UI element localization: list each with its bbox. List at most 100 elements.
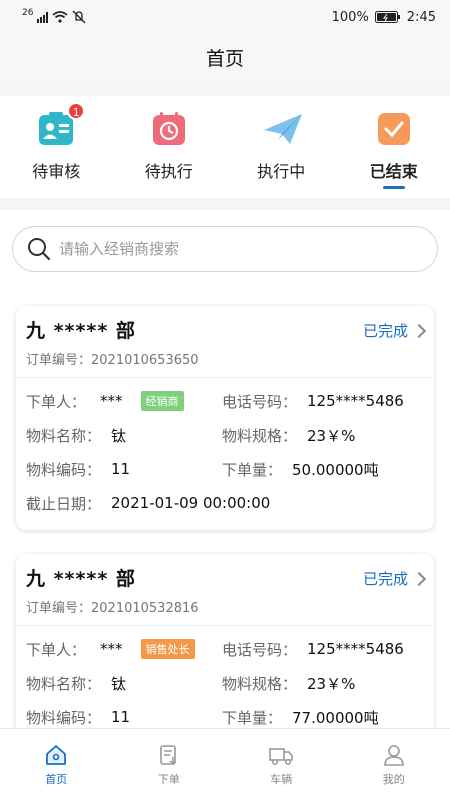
quantity-label: 下单量： xyxy=(222,708,283,727)
home-icon xyxy=(46,744,67,765)
spec-value: 23￥% xyxy=(307,426,356,445)
audit-icon: 1 xyxy=(37,102,86,148)
spec-label: 物料规格： xyxy=(222,674,298,693)
category-label: 待执行 xyxy=(144,162,193,181)
phone-label: 电话号码： xyxy=(222,640,298,659)
material-value: 钛 xyxy=(111,426,127,445)
clock: 2:45 xyxy=(406,9,436,25)
order-card-body: 下单人： *** 经销商 电话号码： 125****5486 物料名称： 钛 物… xyxy=(16,378,434,530)
deadline-field: 截止日期： 2021-01-09 00:00:00 xyxy=(26,493,270,514)
spec-field: 物料规格： 23￥% xyxy=(222,425,355,446)
chevron-right-icon xyxy=(411,323,427,338)
bottom-tab-bar: 首页 下单 车辆 我的 xyxy=(0,728,450,800)
order-card[interactable]: 九 ***** 部 订单编号：2021010653650 已完成 下单人： **… xyxy=(16,306,434,530)
order-row: 物料编码： 11 下单量： 77.00000吨 xyxy=(26,700,424,728)
mute-icon xyxy=(72,10,86,24)
status-bar: 26 100% 2:45 xyxy=(0,0,450,34)
order-status-link[interactable]: 已完成 xyxy=(362,568,427,589)
truck-icon xyxy=(269,747,294,765)
order-card-body: 下单人： *** 销售处长 电话号码： 125****5486 物料名称： 钛 … xyxy=(16,626,434,728)
quantity-value: 77.00000吨 xyxy=(292,708,379,727)
quantity-field: 下单量： 77.00000吨 xyxy=(222,707,379,728)
quantity-field: 下单量： 50.00000吨 xyxy=(222,459,379,480)
search-section xyxy=(0,210,450,290)
order-card[interactable]: 九 ***** 部 订单编号：2021010532816 已完成 下单人： **… xyxy=(16,554,434,728)
orderer-label: 下单人： xyxy=(26,640,87,659)
order-list[interactable]: 九 ***** 部 订单编号：2021010653650 已完成 下单人： **… xyxy=(0,290,450,728)
orderer-value: *** xyxy=(100,392,123,410)
category-label: 已结束 xyxy=(369,162,418,181)
search-input[interactable] xyxy=(59,240,399,258)
order-status: 已完成 xyxy=(362,570,408,588)
deadline-value: 2021-01-09 00:00:00 xyxy=(111,494,271,512)
tab-vehicles[interactable]: 车辆 xyxy=(225,729,338,800)
orderer-field: 下单人： *** 经销商 xyxy=(26,391,184,412)
order-card-header: 九 ***** 部 订单编号：2021010653650 已完成 xyxy=(16,306,434,378)
order-status-link[interactable]: 已完成 xyxy=(362,320,427,341)
order-category-bar: 1 待审核 待执行 执行中 已结束 xyxy=(0,96,450,198)
category-label: 待审核 xyxy=(32,162,81,181)
code-label: 物料编码： xyxy=(26,460,102,479)
battery-icon xyxy=(374,11,400,23)
order-number: 订单编号：2021010532816 xyxy=(26,601,199,616)
wifi-icon xyxy=(52,11,68,23)
category-pending-review[interactable]: 1 待审核 xyxy=(0,96,113,198)
search-box[interactable] xyxy=(12,226,438,272)
order-row: 下单人： *** 销售处长 电话号码： 125****5486 xyxy=(26,632,424,666)
code-field: 物料编码： 11 xyxy=(26,459,130,480)
tab-profile[interactable]: 我的 xyxy=(338,729,450,800)
quantity-value: 50.00000吨 xyxy=(292,460,379,479)
status-left: 26 xyxy=(22,8,86,24)
spec-field: 物料规格： 23￥% xyxy=(222,673,355,694)
order-row: 物料名称： 钛 物料规格： 23￥% xyxy=(26,418,424,452)
phone-value: 125****5486 xyxy=(307,640,404,658)
profile-icon xyxy=(383,744,404,766)
phone-field: 电话号码： 125****5486 xyxy=(222,391,404,412)
role-tag: 经销商 xyxy=(140,391,184,411)
order-number: 订单编号：2021010653650 xyxy=(26,353,199,368)
spec-value: 23￥% xyxy=(307,674,356,693)
category-in-progress[interactable]: 执行中 xyxy=(225,96,338,198)
code-value: 11 xyxy=(111,460,131,478)
code-value: 11 xyxy=(111,708,131,726)
order-row: 下单人： *** 经销商 电话号码： 125****5486 xyxy=(26,384,424,418)
orderer-field: 下单人： *** 销售处长 xyxy=(26,639,195,660)
material-label: 物料名称： xyxy=(26,674,102,693)
orderer-value: *** xyxy=(100,640,123,658)
tab-home[interactable]: 首页 xyxy=(0,729,113,800)
tab-label: 我的 xyxy=(382,772,405,786)
active-tab-indicator xyxy=(382,186,405,189)
order-icon xyxy=(159,744,177,765)
quantity-label: 下单量： xyxy=(222,460,283,479)
material-field: 物料名称： 钛 xyxy=(26,673,126,694)
search-icon xyxy=(28,238,51,261)
material-field: 物料名称： 钛 xyxy=(26,425,126,446)
orderer-label: 下单人： xyxy=(26,392,87,411)
pending-count-badge: 1 xyxy=(67,102,86,120)
category-label: 执行中 xyxy=(257,162,306,181)
category-pending-execution[interactable]: 待执行 xyxy=(113,96,226,198)
order-status: 已完成 xyxy=(362,322,408,340)
order-row: 截止日期： 2021-01-09 00:00:00 xyxy=(26,486,424,520)
material-value: 钛 xyxy=(111,674,127,693)
checkbox-icon xyxy=(375,110,413,148)
order-row: 物料名称： 钛 物料规格： 23￥% xyxy=(26,666,424,700)
calendar-clock-icon xyxy=(150,110,188,148)
chevron-right-icon xyxy=(411,571,427,586)
network-label: 26 xyxy=(22,8,34,18)
deadline-label: 截止日期： xyxy=(26,494,102,513)
phone-field: 电话号码： 125****5486 xyxy=(222,639,404,660)
category-finished[interactable]: 已结束 xyxy=(338,96,450,198)
role-tag: 销售处长 xyxy=(140,639,195,659)
phone-label: 电话号码： xyxy=(222,392,298,411)
spec-label: 物料规格： xyxy=(222,426,298,445)
signal-icon xyxy=(37,11,49,23)
tab-label: 下单 xyxy=(157,772,180,786)
battery-percent: 100% xyxy=(331,9,369,25)
status-right: 100% 2:45 xyxy=(332,10,436,25)
material-label: 物料名称： xyxy=(26,426,102,445)
phone-value: 125****5486 xyxy=(307,392,404,410)
tab-order[interactable]: 下单 xyxy=(113,729,226,800)
code-field: 物料编码： 11 xyxy=(26,707,130,728)
tab-label: 车辆 xyxy=(270,772,293,786)
